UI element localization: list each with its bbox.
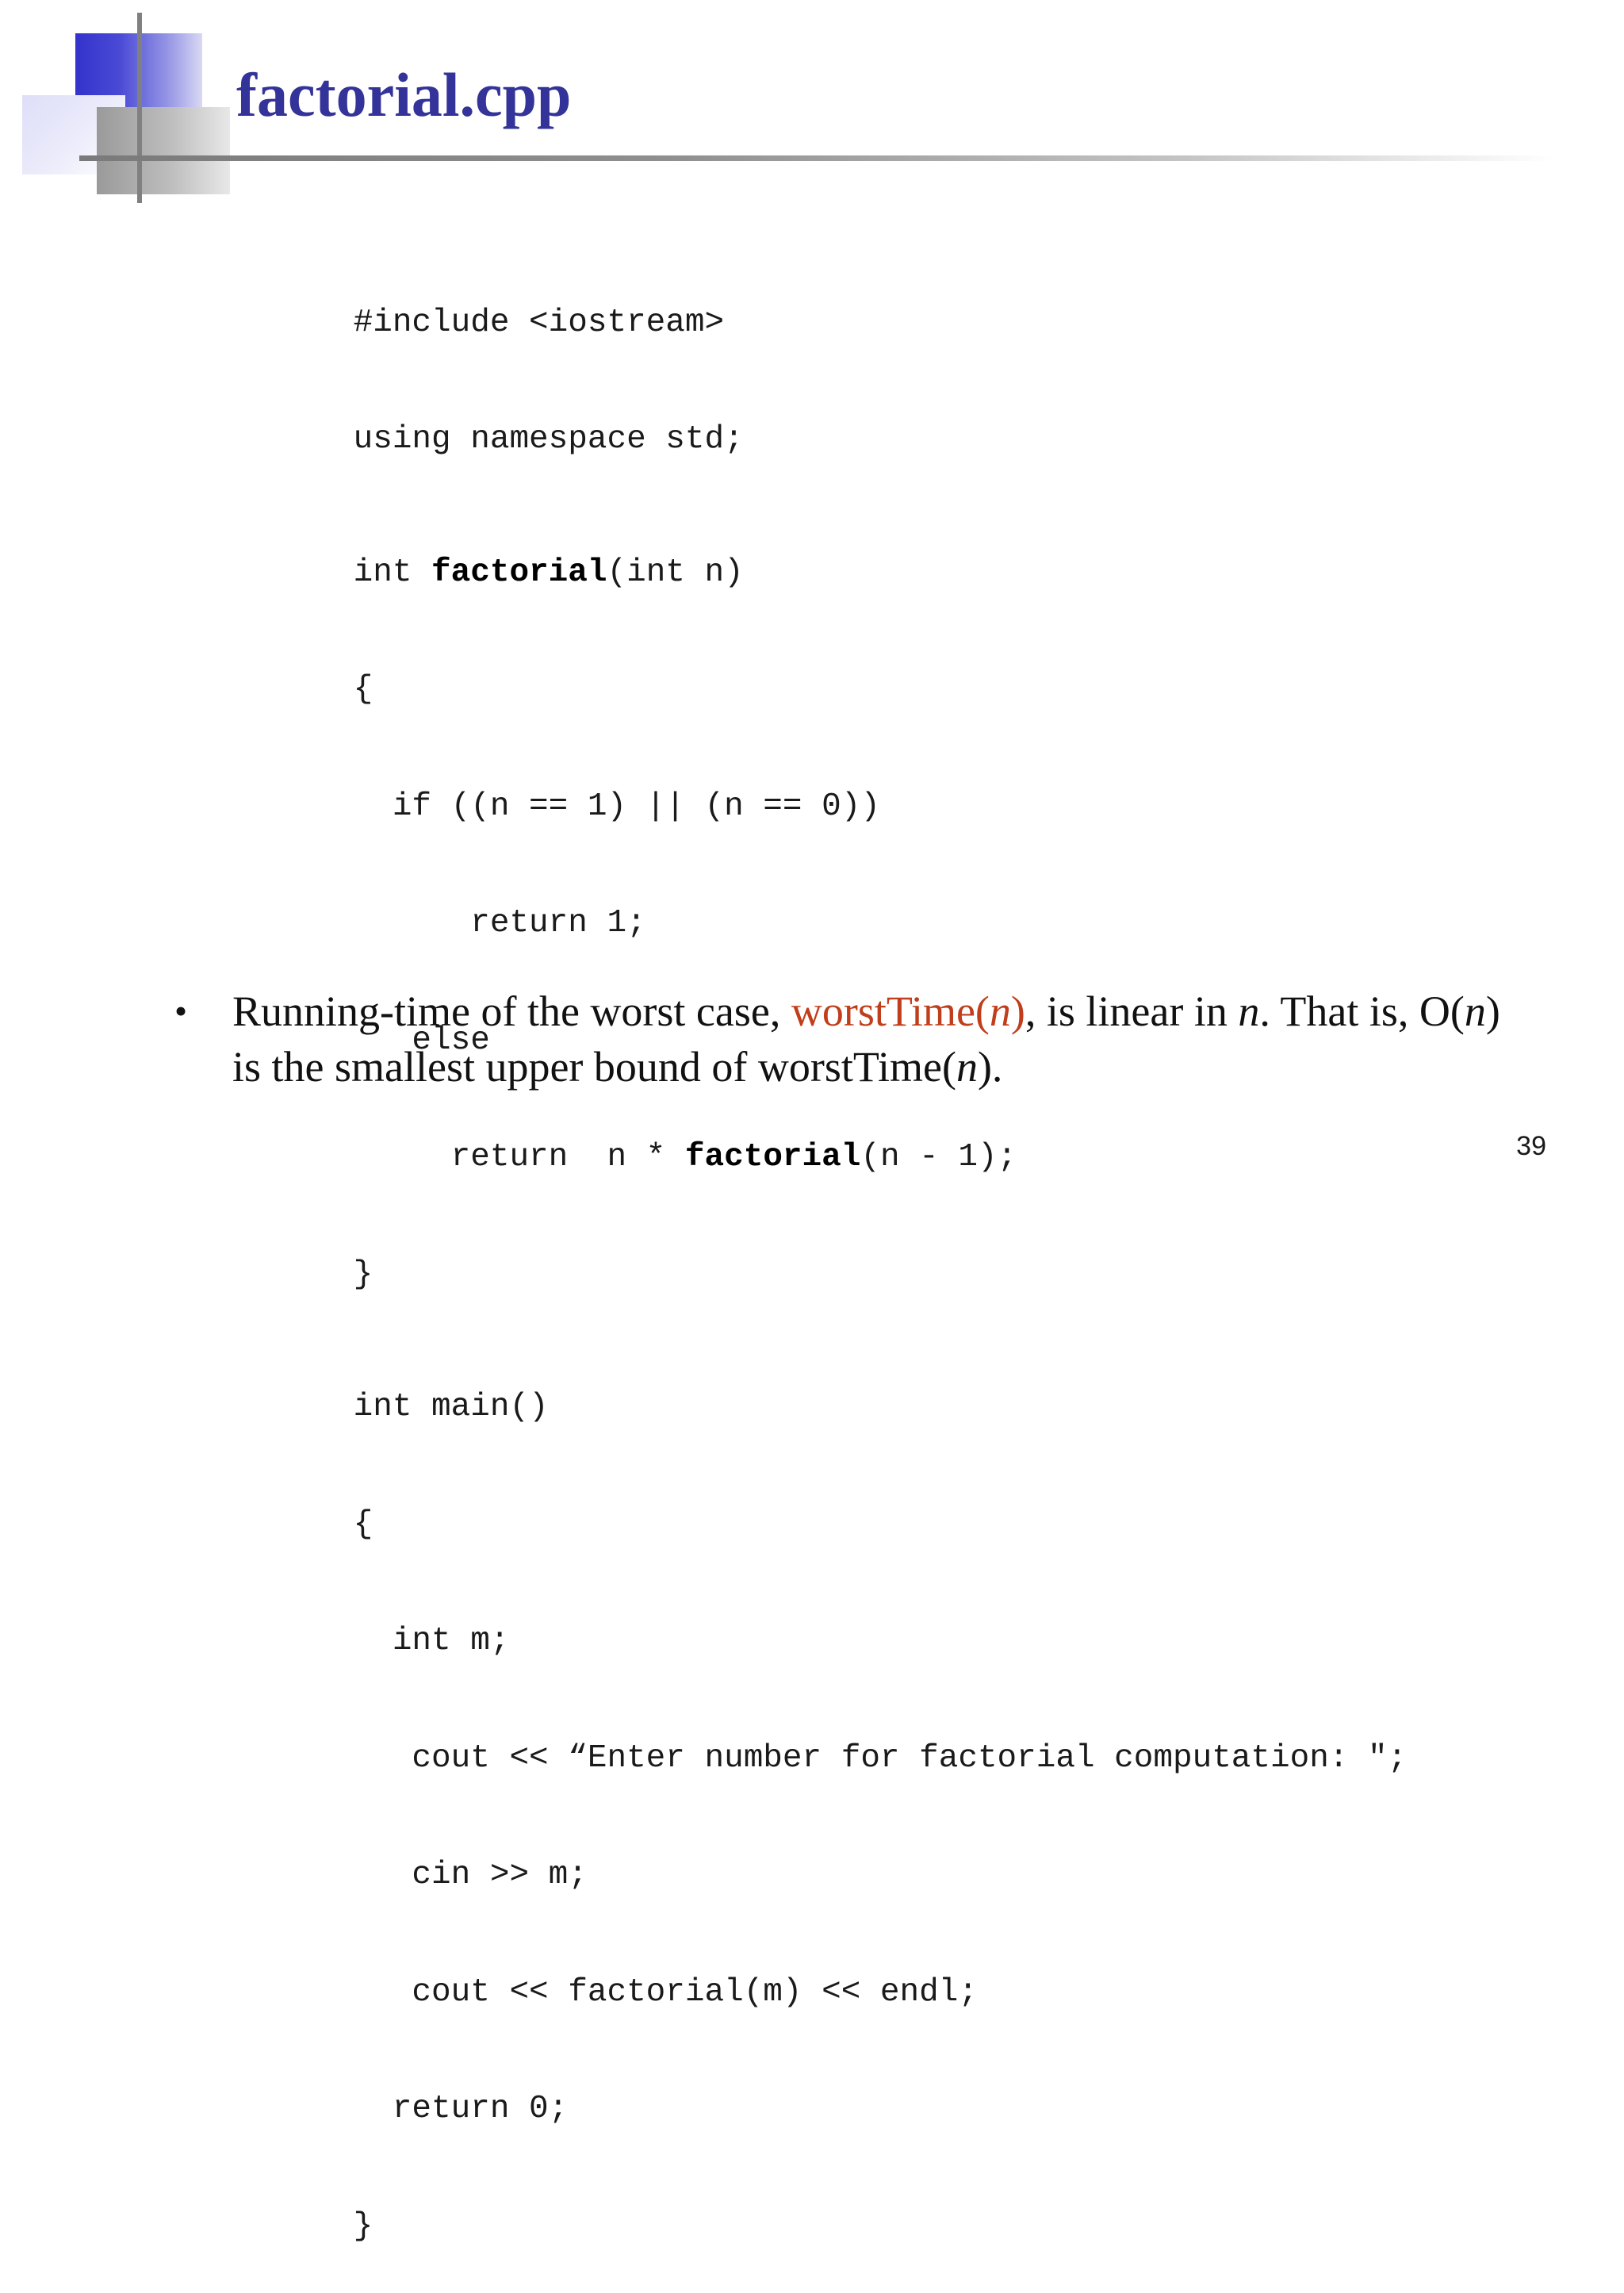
code-line: int main()	[236, 1342, 1407, 1425]
code-line: int m;	[236, 1576, 1407, 1659]
bullet-icon: •	[174, 991, 188, 1031]
bullet-text-part: . That is, O(	[1259, 987, 1465, 1035]
worst-time-variable: n	[989, 987, 1011, 1035]
code-function-name: factorial	[431, 554, 607, 591]
worst-time-term-close: )	[1010, 987, 1025, 1035]
slide-title: factorial.cpp	[236, 60, 572, 129]
code-text: return 0;	[353, 2091, 569, 2127]
code-line: cin >> m;	[236, 1810, 1407, 1893]
code-text: {	[353, 1505, 373, 1543]
code-text: (int n)	[607, 554, 744, 591]
code-text: return 1;	[353, 905, 646, 941]
code-line: cout << “Enter number for factorial comp…	[236, 1693, 1407, 1777]
bullet-point: • Running-time of the worst case, worstT…	[174, 984, 1538, 1095]
code-line: #include <iostream>	[236, 257, 1407, 341]
code-line: return n * factorial(n - 1);	[236, 1092, 1407, 1175]
code-text: #include <iostream>	[353, 304, 725, 341]
code-line: }	[236, 1209, 1407, 1293]
code-line: {	[236, 624, 1407, 707]
code-text: (n - 1);	[860, 1139, 1017, 1175]
code-line: {	[236, 1459, 1407, 1543]
bullet-text-part: Running-time of the worst case,	[232, 987, 791, 1035]
horizontal-rule-decoration	[79, 155, 1554, 161]
code-text: using namespace std;	[353, 421, 744, 458]
code-text: {	[353, 671, 373, 707]
vertical-rule-decoration	[137, 13, 142, 203]
code-block: #include <iostream> using namespace std;…	[236, 184, 1408, 2278]
code-line: }	[236, 2161, 1407, 2245]
code-line: return 1;	[236, 858, 1407, 941]
variable-n: n	[1464, 987, 1486, 1035]
worst-time-term: worstTime(	[791, 987, 990, 1035]
code-text: }	[353, 2207, 373, 2245]
code-line: using namespace std;	[236, 374, 1407, 458]
variable-n: n	[1238, 987, 1260, 1035]
code-text: }	[353, 1256, 373, 1293]
code-text: int	[353, 554, 432, 591]
code-line: return 0;	[236, 2044, 1407, 2127]
variable-n: n	[956, 1043, 978, 1091]
bullet-text-part: ).	[977, 1043, 1003, 1091]
code-text: cin >> m;	[353, 1857, 588, 1893]
bullet-text-part: , is linear in	[1025, 987, 1239, 1035]
code-text: if ((n == 1) || (n == 0))	[353, 788, 880, 825]
slide: factorial.cpp #include <iostream> using …	[0, 0, 1624, 2245]
code-text: int main()	[353, 1389, 549, 1425]
code-text: cout << factorial(m) << endl;	[353, 1973, 978, 2011]
code-line: if ((n == 1) || (n == 0))	[236, 741, 1407, 825]
code-text: int m;	[353, 1623, 510, 1659]
code-text: return n *	[353, 1139, 685, 1175]
code-line: int factorial(int n)	[236, 507, 1407, 591]
grey-square-decoration	[97, 107, 230, 194]
code-function-name: factorial	[684, 1139, 861, 1175]
page-number: 39	[1516, 1131, 1546, 1161]
bullet-text: Running-time of the worst case, worstTim…	[232, 984, 1538, 1095]
code-line: cout << factorial(m) << endl;	[236, 1927, 1407, 2011]
code-text: cout << “Enter number for factorial comp…	[353, 1739, 1408, 1777]
